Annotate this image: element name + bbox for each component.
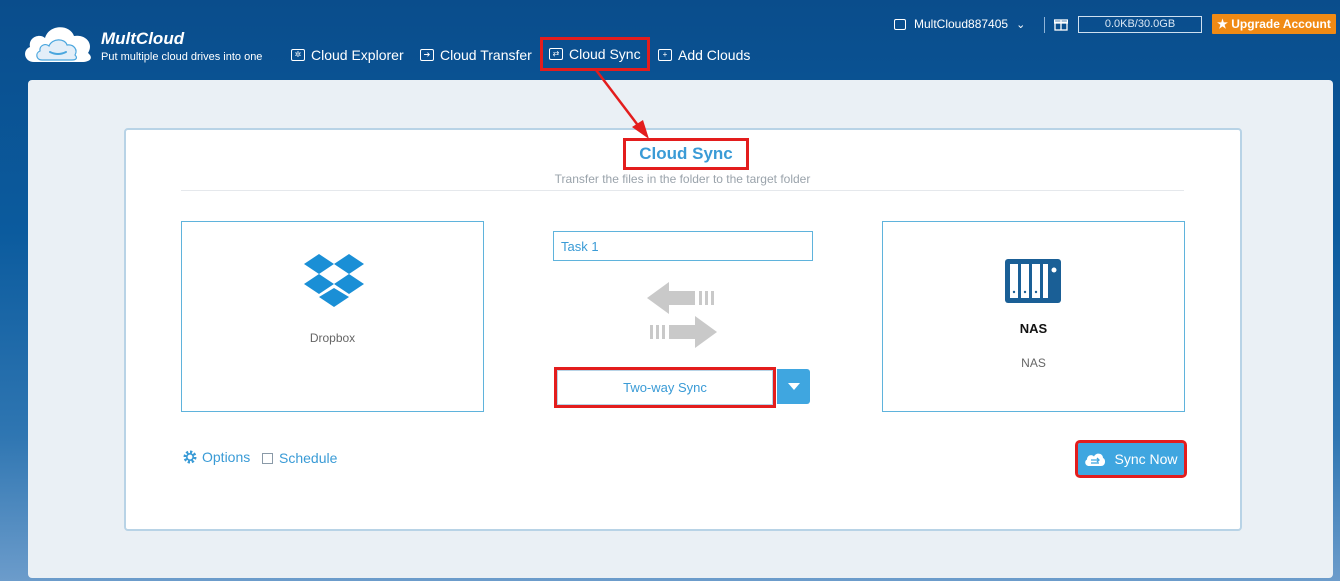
task-name-input[interactable] (553, 231, 813, 261)
nav-label: Cloud Transfer (440, 47, 532, 63)
schedule-toggle[interactable]: Schedule (262, 450, 337, 466)
two-way-arrows-icon (647, 282, 717, 348)
target-title: NAS (1019, 321, 1048, 336)
source-selector[interactable]: Dropbox (181, 221, 484, 412)
nav-label: Cloud Sync (569, 46, 641, 62)
divider (1044, 17, 1045, 33)
username: MultCloud887405 (914, 17, 1009, 31)
cloud-sync-icon: ⇄ (549, 48, 563, 60)
user-icon (894, 18, 906, 30)
cloud-transfer-icon: ➔ (420, 49, 434, 61)
gear-icon (183, 450, 197, 464)
options-link[interactable]: Options (182, 449, 250, 465)
options-label: Options (202, 449, 251, 465)
nav-cloud-transfer[interactable]: ➔ Cloud Transfer (420, 44, 532, 66)
brand-tagline: Put multiple cloud drives into one (101, 51, 263, 63)
sync-now-button[interactable]: Sync Now (1075, 440, 1187, 478)
multcloud-logo-icon[interactable] (20, 16, 96, 66)
gift-icon[interactable] (1054, 17, 1068, 31)
source-label: Dropbox (309, 331, 356, 345)
nav-add-clouds[interactable]: + Add Clouds (658, 44, 750, 66)
target-label: NAS (1021, 356, 1046, 370)
schedule-checkbox[interactable] (262, 452, 273, 464)
chevron-down-icon: ⌄ (1016, 18, 1026, 31)
sync-mode-dropdown-button[interactable] (777, 369, 810, 404)
top-bar: MultCloud Put multiple cloud drives into… (0, 0, 1340, 80)
cloud-explorer-icon: ✲ (291, 49, 305, 61)
nav-cloud-sync[interactable]: ⇄ Cloud Sync (540, 37, 650, 71)
dropbox-icon (304, 254, 364, 307)
add-clouds-icon: + (658, 49, 672, 61)
nav-label: Cloud Explorer (311, 47, 404, 63)
title-divider (181, 190, 1184, 191)
page-title: Cloud Sync (623, 138, 749, 170)
storage-usage: 0.0KB/30.0GB (1078, 16, 1202, 33)
nav-cloud-explorer[interactable]: ✲ Cloud Explorer (291, 44, 404, 66)
page-subtitle: Transfer the files in the folder to the … (554, 172, 811, 186)
upgrade-account-button[interactable]: ★ Upgrade Account (1212, 14, 1336, 34)
user-menu[interactable]: MultCloud887405 ⌄ (894, 17, 1025, 31)
sync-now-label: Sync Now (1114, 451, 1178, 467)
schedule-label: Schedule (279, 450, 338, 466)
nav-label: Add Clouds (678, 47, 751, 63)
nas-icon (1005, 259, 1061, 303)
sync-mode-select[interactable]: Two-way Sync (554, 367, 776, 408)
brand-name: MultCloud (101, 29, 185, 48)
target-selector[interactable]: NAS NAS (882, 221, 1185, 412)
cloud-sync-now-icon (1085, 453, 1106, 466)
